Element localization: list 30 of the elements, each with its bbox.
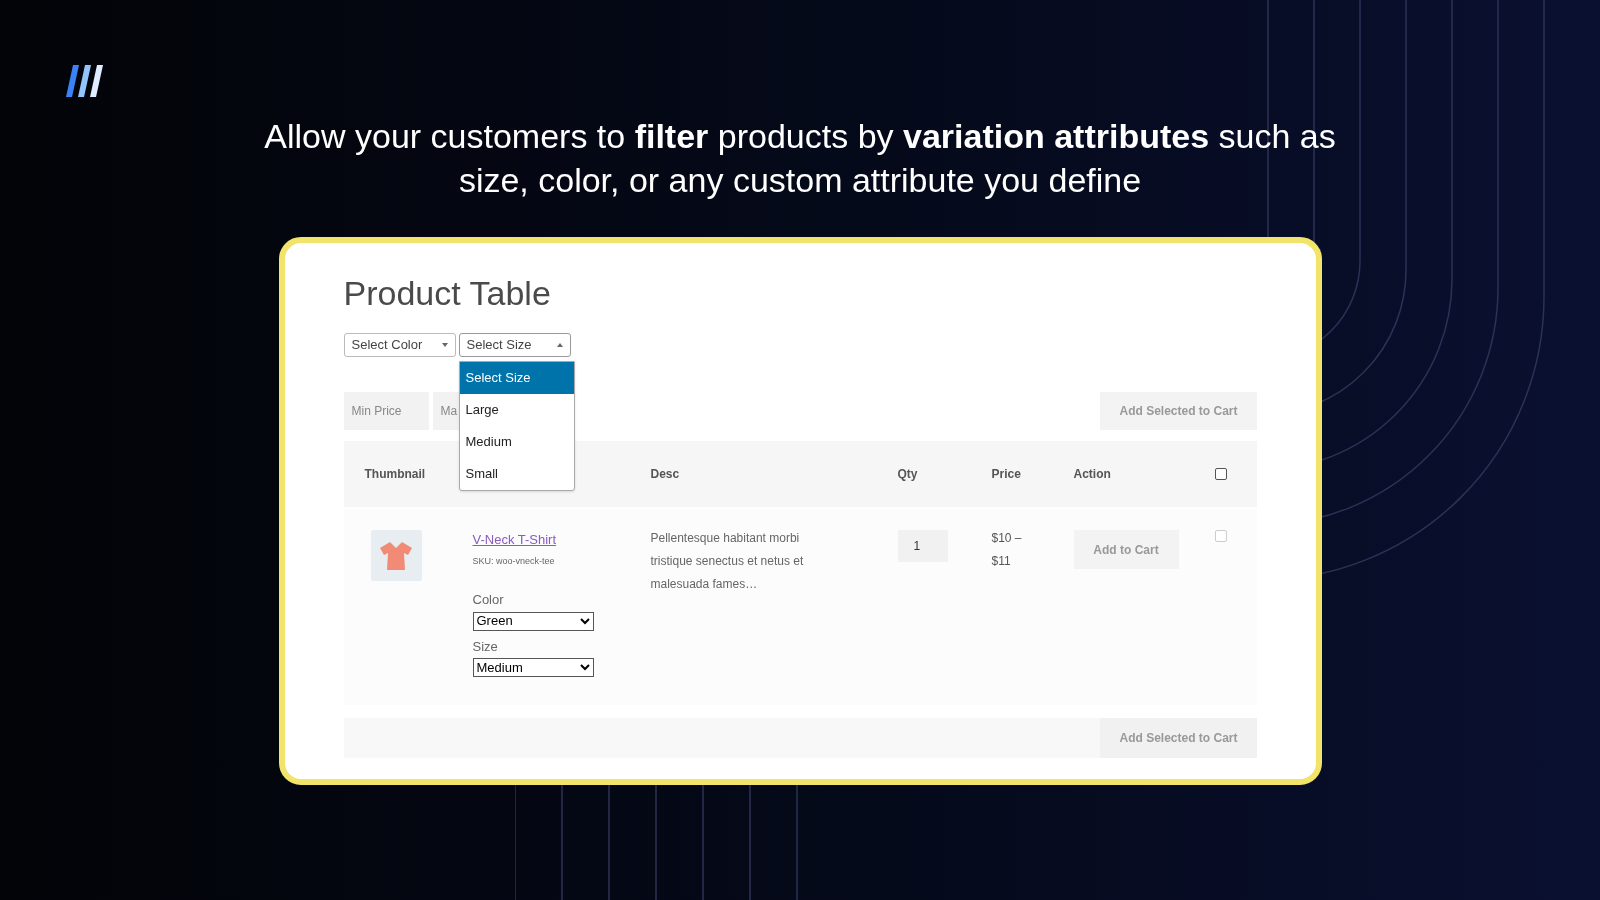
- product-sku: SKU: woo-vneck-tee: [472, 554, 556, 568]
- product-link[interactable]: V-Neck T-Shirt: [472, 530, 651, 550]
- attribute-select[interactable]: Medium: [472, 658, 594, 677]
- headline: Allow your customers to filter products by variation attributes such as size, color, or any custom attribute you define: [263, 116, 1337, 201]
- logo-icon: [66, 65, 104, 97]
- dropdown-option[interactable]: Select Size: [459, 362, 574, 394]
- column-header: Qty: [897, 466, 919, 483]
- quantity-field[interactable]: 1: [897, 530, 948, 562]
- product-price: $10 – $11: [991, 530, 1023, 570]
- attribute-label: Color: [472, 591, 505, 609]
- attribute-label: Size: [472, 637, 499, 656]
- dropdown-option[interactable]: Small: [459, 458, 574, 490]
- caret-icon: [556, 343, 563, 347]
- chevron-icon: [579, 617, 590, 625]
- select-all-checkbox[interactable]: [1214, 468, 1227, 480]
- page-title: Product Table: [343, 273, 552, 314]
- attribute-select[interactable]: Green: [472, 611, 594, 631]
- filter-select[interactable]: Select Size: [458, 333, 571, 357]
- column-header: Price: [991, 466, 1022, 483]
- chevron-icon: [579, 664, 590, 671]
- column-header: Action: [1073, 466, 1112, 483]
- product-description: Pellentesque habitant morbi tristique senectus et netus et malesuada fames…: [650, 530, 805, 593]
- t-shirt-icon: [379, 540, 413, 571]
- dropdown-option[interactable]: Large: [459, 394, 574, 426]
- price-field[interactable]: Min Price: [343, 392, 429, 430]
- dropdown-option[interactable]: Medium: [459, 426, 574, 458]
- column-header: Desc: [650, 466, 681, 483]
- filter-select[interactable]: Select Color: [343, 333, 456, 357]
- row-checkbox[interactable]: [1214, 530, 1227, 542]
- caret-icon: [441, 343, 448, 347]
